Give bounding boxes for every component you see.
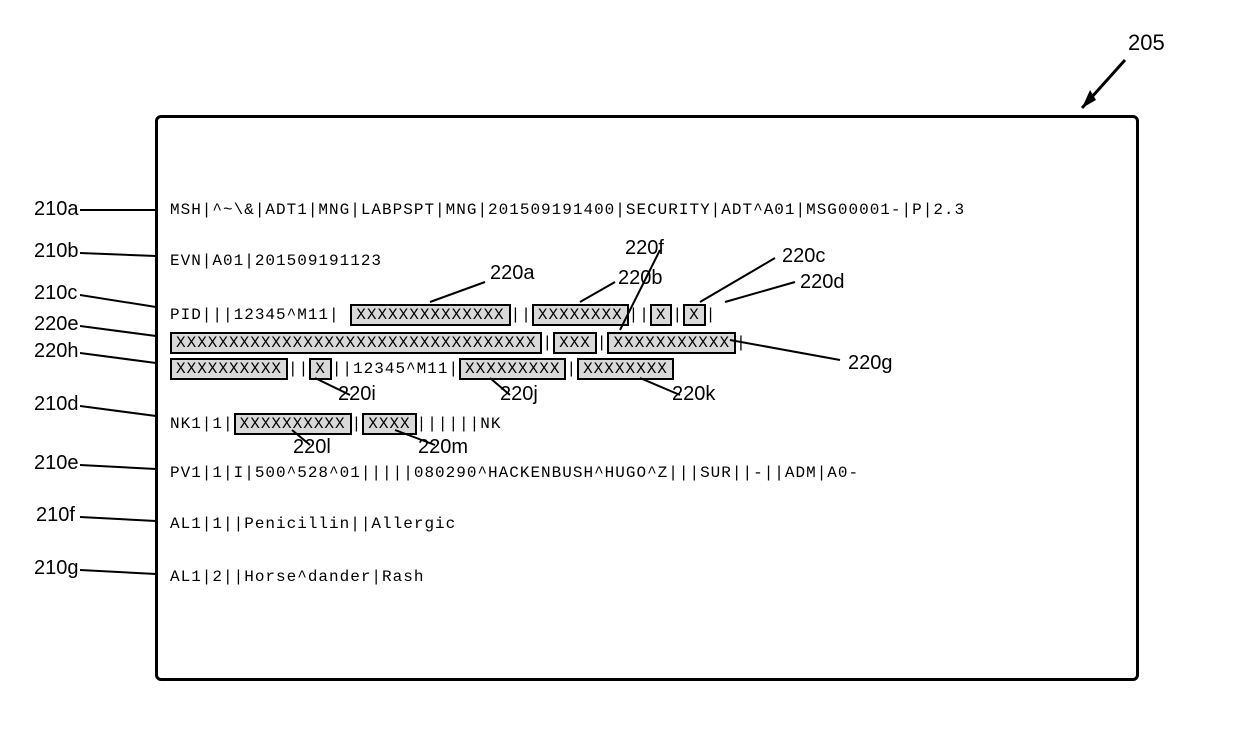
e-sep-3: | — [736, 334, 747, 352]
leader-210g — [80, 566, 160, 578]
seg-evn: EVN|A01|201509191123 — [170, 252, 382, 270]
leader-220h — [80, 349, 160, 367]
leader-210d — [80, 402, 160, 420]
redaction-220a: XXXXXXXXXXXXXX — [350, 304, 510, 326]
leader-210c — [80, 291, 160, 311]
label-210c: 210c — [34, 282, 77, 305]
seg-al1-1: AL1|1||Penicillin||Allergic — [170, 515, 456, 533]
label-220k: 220k — [672, 383, 715, 406]
label-220j: 220j — [500, 383, 538, 406]
label-220i: 220i — [338, 383, 376, 406]
label-220f: 220f — [625, 237, 664, 260]
redaction-220m: XXXX — [362, 413, 416, 435]
seg-msh: MSH|^~\&|ADT1|MNG|LABPSPT|MNG|2015091914… — [170, 201, 965, 219]
pid-sep-1: || — [511, 306, 532, 324]
nk-sep-1: | — [352, 415, 363, 433]
h-sep-1: || — [288, 360, 309, 378]
redaction-220i: X — [309, 358, 332, 380]
message-frame: MSH|^~\&|ADT1|MNG|LABPSPT|MNG|2015091914… — [155, 115, 1139, 681]
seg-nk1: NK1|1|XXXXXXXXXX|XXXX||||||NK — [170, 413, 501, 435]
label-220l: 220l — [293, 436, 331, 459]
e-sep-2: | — [597, 334, 608, 352]
label-210g: 210g — [34, 557, 79, 580]
redaction-220c: X — [650, 304, 673, 326]
leader-210b — [80, 249, 160, 259]
redaction-220l: XXXXXXXXXX — [234, 413, 352, 435]
seg-pid-cont2: XXXXXXXXXX||X||12345^M11|XXXXXXXXX|XXXXX… — [170, 358, 674, 380]
e-sep-1: | — [542, 334, 553, 352]
h-sep-3: | — [566, 360, 577, 378]
pid-sep-4: | — [706, 306, 717, 324]
redaction-220b: XXXXXXXX — [532, 304, 629, 326]
pid-sep-3: | — [672, 306, 683, 324]
label-220m: 220m — [418, 436, 468, 459]
figure-ref-arrow — [1070, 50, 1140, 120]
seg-pv1: PV1|1|I|500^528^01|||||080290^HACKENBUSH… — [170, 464, 859, 482]
redaction-220d: X — [683, 304, 706, 326]
seg-al1-2: AL1|2||Horse^dander|Rash — [170, 568, 424, 586]
label-220c: 220c — [782, 245, 825, 268]
label-210f: 210f — [36, 504, 75, 527]
label-220b: 220b — [618, 267, 663, 290]
redaction-220g: XXXXXXXXXXX — [607, 332, 736, 354]
label-220a: 220a — [490, 262, 535, 285]
pid-sep-2: || — [629, 306, 650, 324]
h-sep-2: ||12345^M11| — [332, 360, 459, 378]
leader-210e — [80, 461, 160, 473]
label-220g: 220g — [848, 352, 893, 375]
label-210e: 210e — [34, 452, 79, 475]
leader-210f — [80, 513, 160, 525]
leader-220e — [80, 322, 160, 340]
pid-prefix: PID|||12345^M11| — [170, 306, 340, 324]
seg-pid: PID|||12345^M11| XXXXXXXXXXXXXX||XXXXXXX… — [170, 304, 716, 326]
label-220d: 220d — [800, 271, 845, 294]
redaction-220j: XXXXXXXXX — [459, 358, 566, 380]
nk-post: ||||||NK — [417, 415, 502, 433]
label-220e: 220e — [34, 313, 79, 336]
label-210b: 210b — [34, 240, 79, 263]
redaction-220h: XXXXXXXXXX — [170, 358, 288, 380]
redaction-220k: XXXXXXXX — [577, 358, 674, 380]
label-210d: 210d — [34, 393, 79, 416]
leader-210a — [80, 206, 160, 214]
label-220h: 220h — [34, 340, 79, 363]
nk-prefix: NK1|1| — [170, 415, 234, 433]
redaction-220e: XXXXXXXXXXXXXXXXXXXXXXXXXXXXXXXXXX — [170, 332, 542, 354]
label-210a: 210a — [34, 198, 79, 221]
redaction-220f: XXX — [553, 332, 597, 354]
seg-pid-cont1: XXXXXXXXXXXXXXXXXXXXXXXXXXXXXXXXXX|XXX|X… — [170, 332, 747, 354]
